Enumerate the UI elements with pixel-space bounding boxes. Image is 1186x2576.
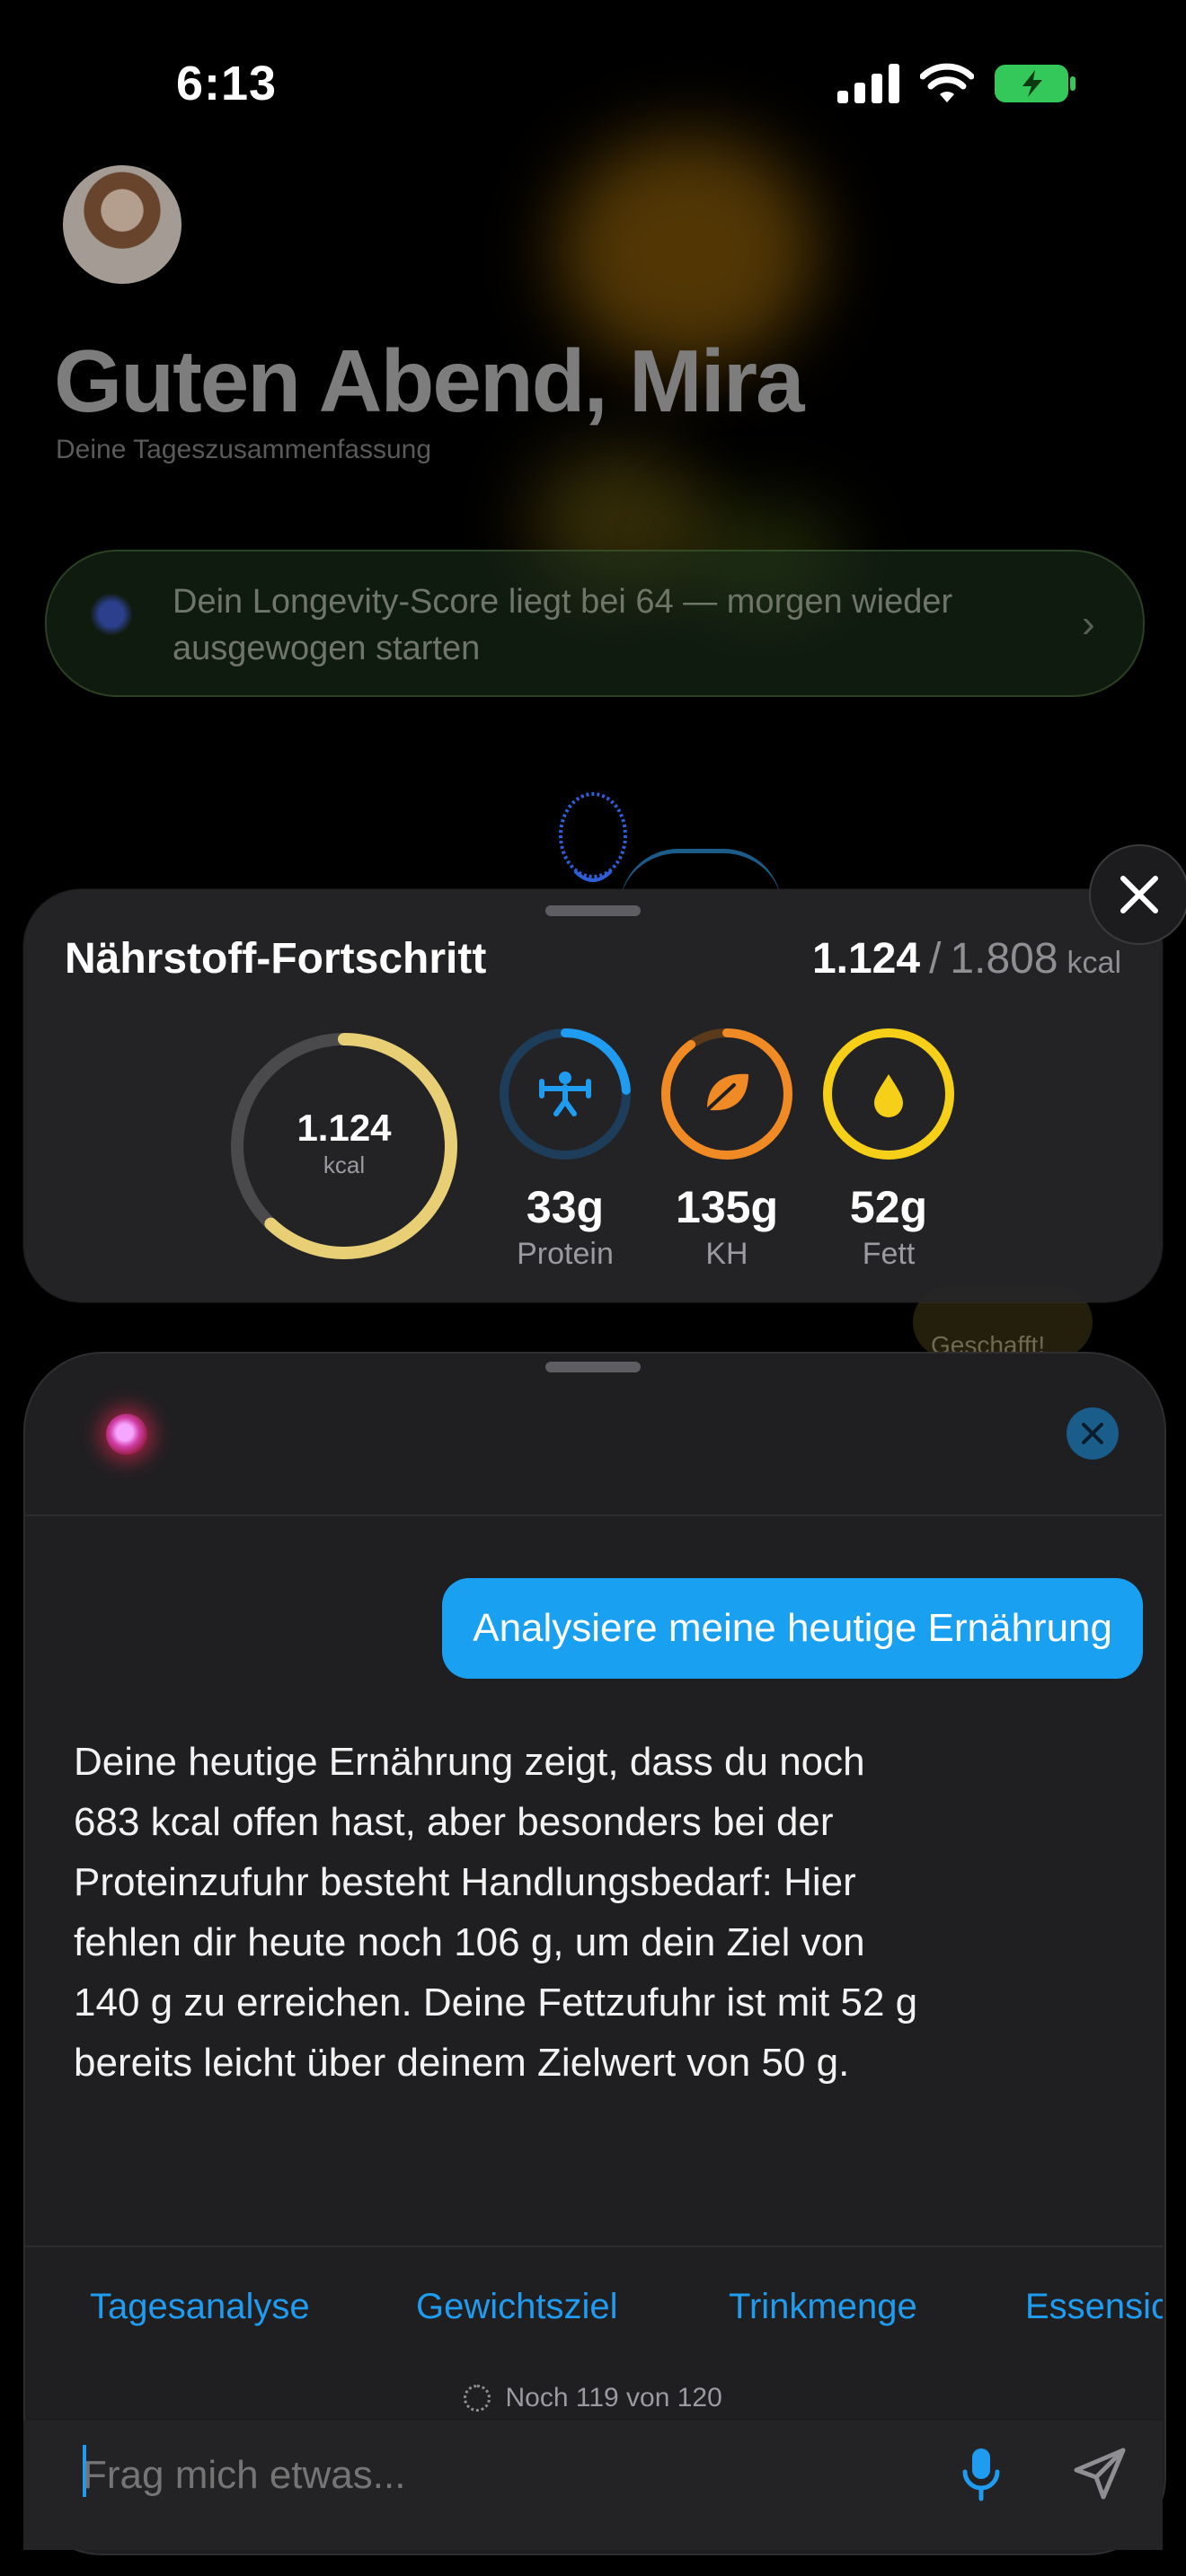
suggestion-gewichtsziel[interactable]: Gewichtsziel [416, 2287, 618, 2327]
remaining-counter: Noch 119 von 120 [0, 2382, 1186, 2413]
protein-label: Protein [517, 1237, 614, 1271]
send-button[interactable] [1071, 2445, 1128, 2507]
chat-input[interactable] [83, 2448, 891, 2502]
macro-fat[interactable]: 52g Fett [817, 1022, 960, 1272]
suggestion-essen[interactable]: Essensic [1025, 2287, 1163, 2327]
protein-ring [500, 1028, 631, 1160]
remaining-text: Noch 119 von 120 [505, 2383, 722, 2413]
kcal-goal: 1.808 [950, 935, 1058, 983]
kcal-ring-value: 1.124 [296, 1107, 392, 1149]
kcal-current: 1.124 [811, 935, 921, 983]
carbs-value: 135g [676, 1182, 778, 1232]
kcal-separator: / [929, 935, 942, 983]
suggestion-tagesanalyse[interactable]: Tagesanalyse [90, 2287, 310, 2327]
chips-divider [23, 2245, 1163, 2247]
assistant-reply: Deine heutige Ernährung zeigt, dass du n… [74, 1740, 918, 2085]
close-icon [1082, 1423, 1103, 1444]
chevron-right-icon: › [1082, 602, 1095, 646]
close-button[interactable] [1089, 844, 1186, 945]
microphone-button[interactable] [960, 2447, 1003, 2507]
macro-carbs[interactable]: 135g KH [655, 1022, 799, 1272]
suggestion-trinkmenge[interactable]: Trinkmenge [729, 2287, 917, 2327]
chat-close-button[interactable] [1067, 1407, 1119, 1460]
quota-ring-icon [464, 2385, 491, 2413]
weightlifter-icon [539, 1072, 591, 1116]
user-message: Analysiere meine heutige Ernährung [442, 1578, 1143, 1679]
signal-icon [837, 64, 899, 103]
kcal-ring-label: 1.124 kcal [225, 1107, 464, 1179]
chat-header-divider [23, 1514, 1163, 1516]
carbs-label: KH [705, 1237, 748, 1271]
fat-value: 52g [849, 1182, 928, 1232]
leaf-icon [707, 1073, 748, 1111]
drop-icon [874, 1074, 903, 1117]
avatar[interactable] [63, 165, 181, 284]
carbs-ring [661, 1028, 792, 1160]
kcal-unit: kcal [1067, 946, 1121, 980]
microphone-icon [962, 2448, 1000, 2501]
gem-icon [90, 593, 133, 636]
banner-text: Dein Longevity-Score liegt bei 64 — morg… [173, 583, 953, 667]
assistant-orb-icon [106, 1414, 147, 1455]
fat-label: Fett [862, 1237, 916, 1271]
macro-protein[interactable]: 33g Protein [493, 1022, 637, 1272]
drag-handle[interactable] [545, 905, 641, 916]
send-icon [1074, 2448, 1126, 2500]
status-time: 6:13 [176, 57, 278, 110]
page-subtitle: Deine Tageszusammenfassung [56, 435, 432, 464]
kcal-ring-unit: kcal [323, 1151, 366, 1178]
battery-charging-icon [995, 65, 1075, 102]
protein-value: 33g [526, 1182, 605, 1232]
status-icons [837, 63, 1076, 104]
fat-ring [823, 1028, 954, 1160]
kcal-summary: 1.124 / 1.808 kcal [812, 934, 1121, 984]
chat-drag-handle[interactable] [545, 1362, 641, 1372]
close-icon [1120, 876, 1158, 913]
page-title: Guten Abend, Mira [54, 331, 805, 430]
nutrient-card-title: Nährstoff-Fortschritt [65, 935, 487, 983]
wifi-icon [920, 63, 974, 102]
